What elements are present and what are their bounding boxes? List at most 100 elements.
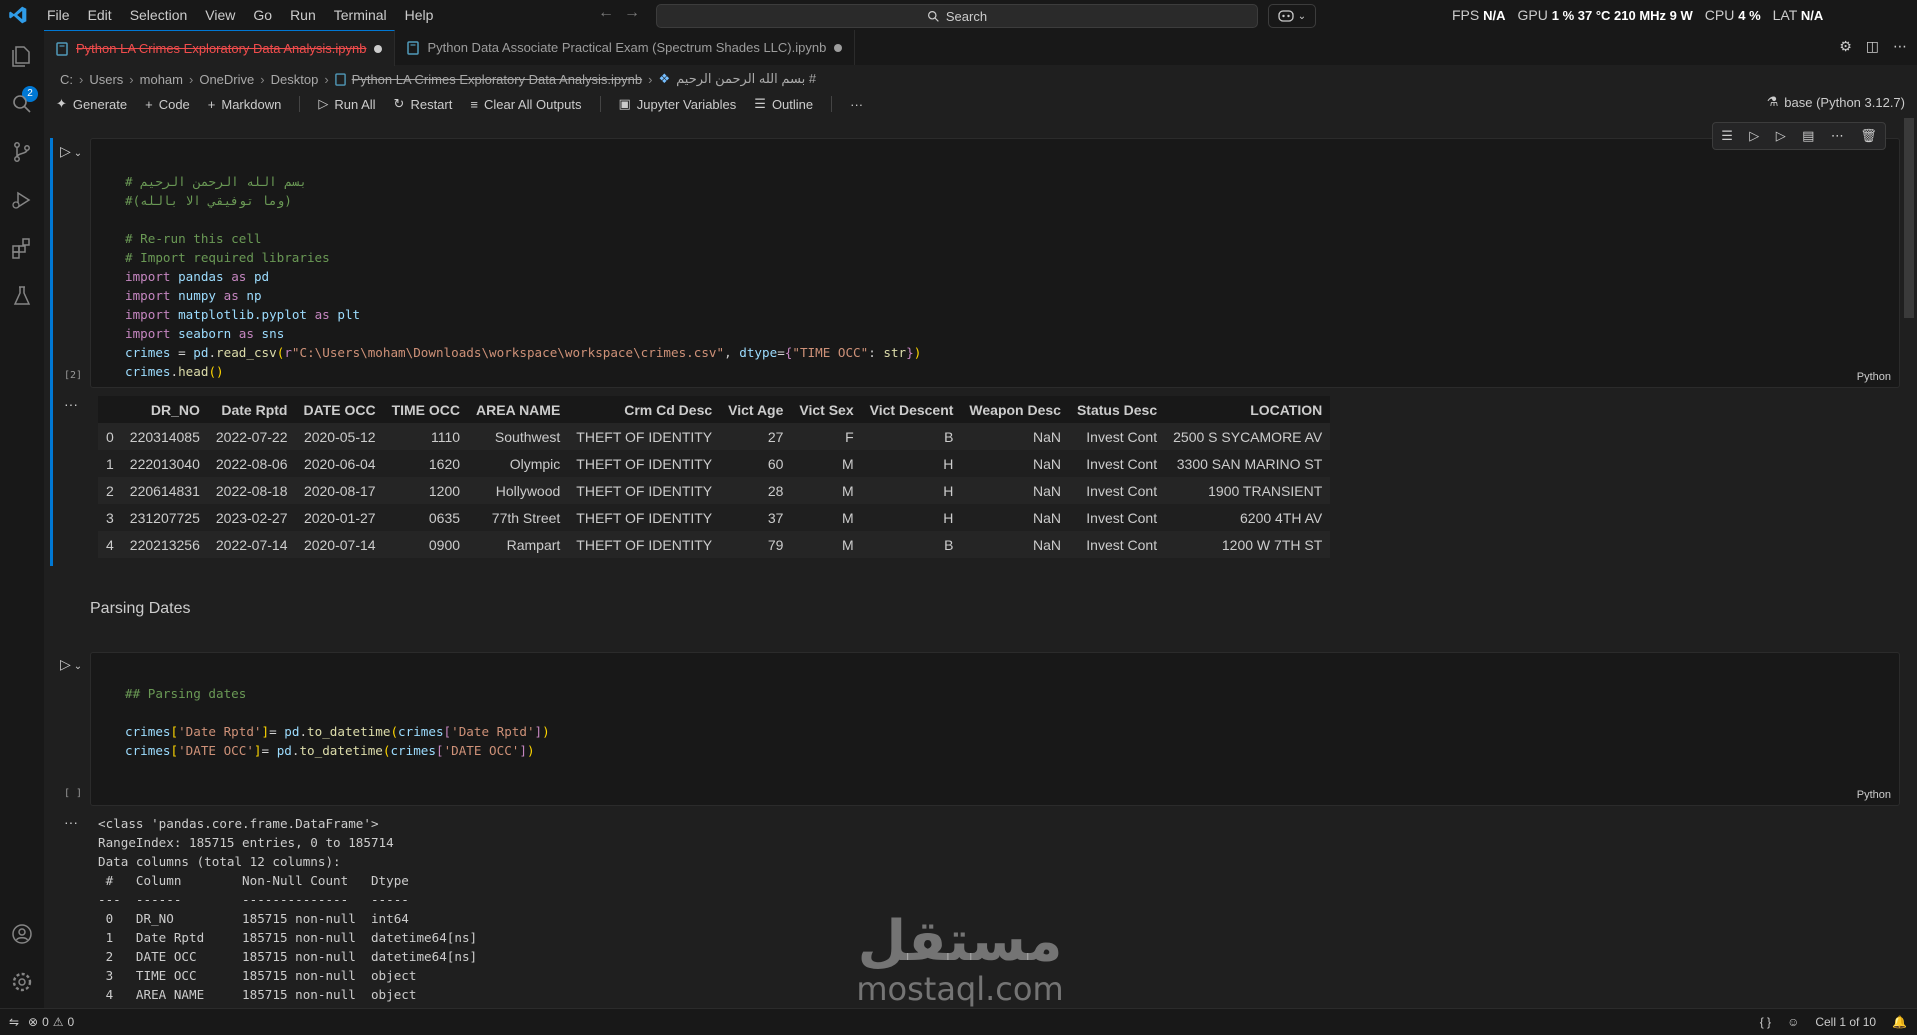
chevron-right-icon: › xyxy=(648,71,653,87)
gear-icon[interactable] xyxy=(10,970,34,994)
delete-cell-icon[interactable]: 🗑 xyxy=(1860,128,1877,144)
scrollbar-thumb[interactable] xyxy=(1904,118,1914,318)
column-header: Weapon Desc xyxy=(961,396,1069,423)
cell-position[interactable]: Cell 1 of 10 xyxy=(1815,1015,1876,1029)
tab-la-crimes[interactable]: Python LA Crimes Exploratory Data Analys… xyxy=(44,30,396,66)
copilot-button[interactable]: ⌄ xyxy=(1268,4,1316,28)
menu-selection[interactable]: Selection xyxy=(121,0,197,30)
split-cell-icon[interactable]: ▤ xyxy=(1802,128,1814,144)
column-header: LOCATION xyxy=(1165,396,1331,423)
title-bar: File Edit Selection View Go Run Terminal… xyxy=(0,0,1917,30)
menu-file[interactable]: File xyxy=(38,0,79,30)
more-actions-icon[interactable]: ⋯ xyxy=(1893,38,1907,55)
breadcrumb-item[interactable]: OneDrive xyxy=(199,72,254,87)
add-code-button[interactable]: + Code xyxy=(145,97,190,112)
more-toolbar-button[interactable]: ··· xyxy=(850,97,863,112)
fps-label: FPS xyxy=(1452,7,1480,23)
outline-button[interactable]: ☰ Outline xyxy=(754,96,813,112)
code-cell-2[interactable]: ## Parsing dates crimes['Date Rptd']= pd… xyxy=(90,652,1900,806)
gear-icon[interactable]: ⚙ xyxy=(1839,38,1852,55)
table-cell: 77th Street xyxy=(468,504,569,531)
execute-below-icon[interactable]: ▷ xyxy=(1776,128,1786,144)
code-cell-1[interactable]: # بسم الله الرحمن الرحيم #(وما توفيقي ال… xyxy=(90,138,1900,388)
toolbar-divider xyxy=(599,96,601,112)
play-icon: ▷ xyxy=(60,656,71,672)
column-header xyxy=(98,396,122,423)
flask-kernel-icon: ⚗ xyxy=(1766,94,1779,109)
menu-help[interactable]: Help xyxy=(396,0,443,30)
copilot-status-icon[interactable]: ☺ xyxy=(1787,1015,1799,1029)
code-editor[interactable]: # بسم الله الرحمن الرحيم #(وما توفيقي ال… xyxy=(125,153,921,381)
table-cell: THEFT OF IDENTITY xyxy=(568,423,721,450)
explorer-icon[interactable] xyxy=(10,44,34,68)
output-line: 0 DR_NO 185715 non-null int64 xyxy=(98,911,409,926)
bell-icon[interactable]: 🔔 xyxy=(1892,1015,1907,1029)
breadcrumb: C: › Users › moham › OneDrive › Desktop › Pyt… xyxy=(60,68,816,90)
problems-indicator[interactable]: ⊗ 0 ⚠ 0 xyxy=(28,1015,74,1029)
breadcrumb-item[interactable]: بسم الله الرحمن الرحيم # xyxy=(676,71,816,87)
add-markdown-button[interactable]: + Markdown xyxy=(208,97,282,112)
run-by-line-icon[interactable]: ☰ xyxy=(1721,128,1733,144)
account-icon[interactable] xyxy=(10,922,34,946)
lat-label: LAT xyxy=(1772,7,1798,23)
cell-language-label[interactable]: Python xyxy=(1857,789,1891,801)
language-braces[interactable]: { } xyxy=(1760,1015,1771,1029)
run-all-label: Run All xyxy=(334,96,376,112)
menu-run[interactable]: Run xyxy=(281,0,325,30)
breadcrumb-item[interactable]: Python LA Crimes Exploratory Data Analys… xyxy=(352,72,642,87)
output-menu[interactable]: ··· xyxy=(64,814,78,830)
output-menu[interactable]: ··· xyxy=(64,396,78,412)
menu-edit[interactable]: Edit xyxy=(79,0,121,30)
generate-button[interactable]: ✦ Generate xyxy=(56,96,127,112)
breadcrumb-item[interactable]: moham xyxy=(140,72,183,87)
table-cell: 0 xyxy=(98,423,122,450)
cell-language-label[interactable]: Python xyxy=(1857,371,1891,383)
restart-button[interactable]: ↻ Restart xyxy=(394,96,453,112)
run-debug-icon[interactable] xyxy=(10,188,34,212)
menu-go[interactable]: Go xyxy=(244,0,281,30)
unsaved-dot-icon[interactable] xyxy=(834,43,843,52)
back-arrow-icon[interactable]: ← xyxy=(598,4,614,22)
execution-count: [ ] xyxy=(64,788,83,799)
table-cell: 220614831 xyxy=(121,477,208,504)
command-center-search[interactable]: Search xyxy=(656,4,1258,28)
menu-view[interactable]: View xyxy=(196,0,244,30)
code-line: crimes['DATE OCC']= pd.to_datetime(crime… xyxy=(125,743,535,758)
run-cell-button[interactable]: ▷ ⌄ xyxy=(60,656,84,673)
code-editor[interactable]: ## Parsing dates crimes['Date Rptd']= pd… xyxy=(125,665,550,760)
clear-outputs-button[interactable]: ≡ Clear All Outputs xyxy=(470,97,581,112)
remote-icon[interactable]: ⇋ xyxy=(0,1015,28,1029)
table-cell: Invest Cont xyxy=(1068,504,1166,531)
table-cell: Rampart xyxy=(468,531,569,558)
table-row: 4 220213256 2022-07-14 2020-07-14 0900 Rampar… xyxy=(98,531,1331,558)
breadcrumb-item[interactable]: Users xyxy=(89,72,123,87)
run-all-button[interactable]: ▷ Run All xyxy=(318,96,375,112)
table-cell: Invest Cont xyxy=(1068,477,1166,504)
table-cell: THEFT OF IDENTITY xyxy=(568,531,721,558)
testing-flask-icon[interactable] xyxy=(10,284,34,308)
gpu-value: 1 % 37 °C 210 MHz 9 W xyxy=(1551,8,1693,23)
breadcrumb-item[interactable]: C: xyxy=(60,72,73,87)
forward-arrow-icon[interactable]: → xyxy=(624,4,640,22)
unsaved-dot-icon[interactable] xyxy=(374,44,383,53)
lat-value: N/A xyxy=(1800,8,1824,23)
split-editor-icon[interactable]: ◫ xyxy=(1866,38,1879,55)
run-cell-button[interactable]: ▷ ⌄ xyxy=(60,143,84,160)
extensions-icon[interactable] xyxy=(10,236,34,260)
kernel-picker[interactable]: ⚗ base (Python 3.12.7) xyxy=(1767,94,1905,110)
mostaql-watermark: مستقل mostaql.com xyxy=(840,912,1080,1007)
more-icon[interactable]: ⋯ xyxy=(1831,128,1844,144)
table-cell: 1 xyxy=(98,450,122,477)
chevron-down-icon[interactable]: ⌄ xyxy=(74,661,82,672)
fps-value: N/A xyxy=(1483,8,1506,23)
chevron-down-icon[interactable]: ⌄ xyxy=(74,148,82,159)
source-control-icon[interactable] xyxy=(10,140,34,164)
table-row: 1 222013040 2022-08-06 2020-06-04 1620 Olympi… xyxy=(98,450,1331,477)
search-icon[interactable] xyxy=(10,92,34,116)
table-cell: 1110 xyxy=(383,423,469,450)
menu-terminal[interactable]: Terminal xyxy=(325,0,396,30)
jupyter-variables-button[interactable]: ▣ Jupyter Variables xyxy=(619,96,737,112)
tab-spectrum-shades[interactable]: Python Data Associate Practical Exam (Sp… xyxy=(395,30,856,65)
execute-above-icon[interactable]: ▷ xyxy=(1749,128,1759,144)
breadcrumb-item[interactable]: Desktop xyxy=(271,72,319,87)
